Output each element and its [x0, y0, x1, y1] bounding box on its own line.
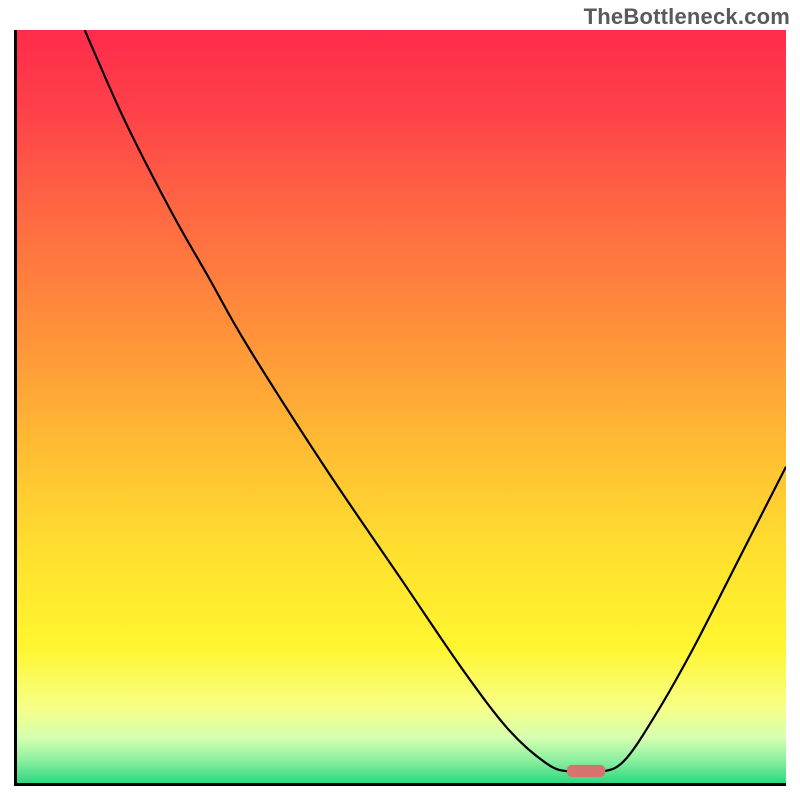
chart-axes-frame	[14, 30, 786, 786]
watermark-text: TheBottleneck.com	[584, 4, 790, 30]
